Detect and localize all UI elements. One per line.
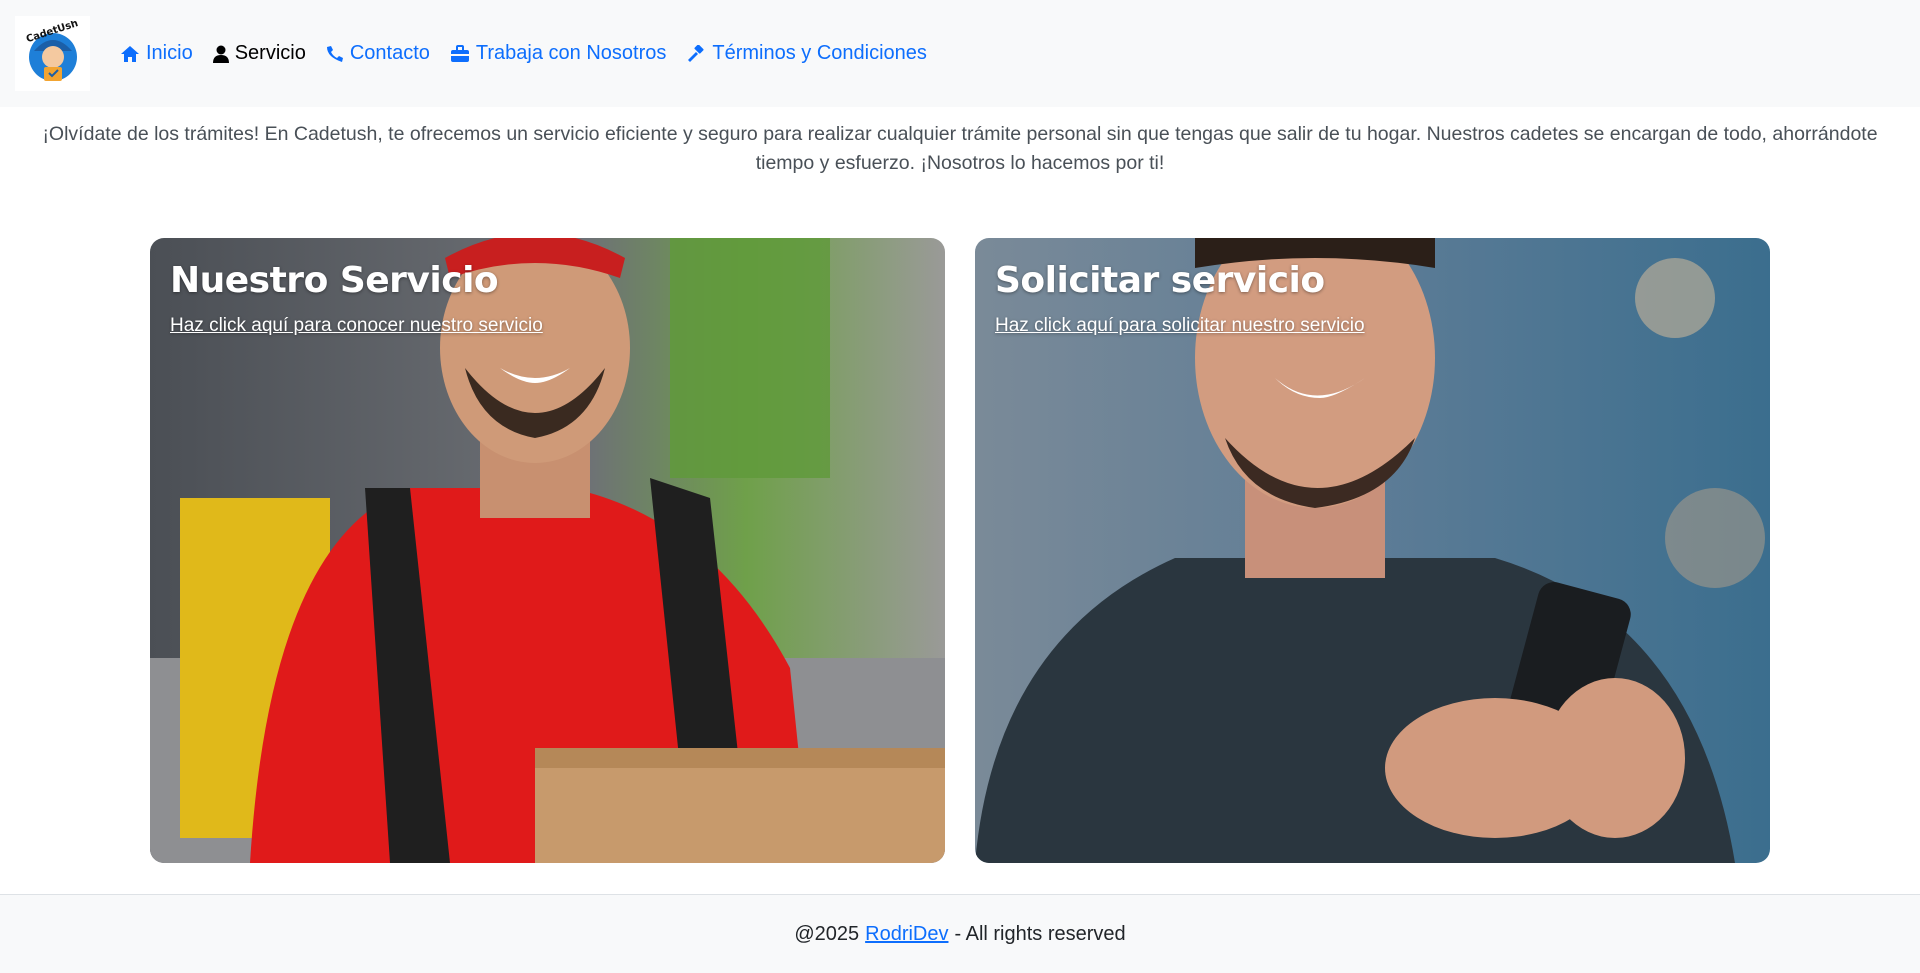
nav-item-inicio[interactable]: Inicio [110, 42, 203, 65]
card-nuestro-servicio[interactable]: Nuestro Servicio Haz click aquí para con… [150, 238, 945, 863]
nav-item-label: Trabaja con Nosotros [475, 42, 667, 64]
footer-rights: - All rights reserved [954, 922, 1126, 945]
phone-icon [326, 45, 343, 62]
nav-item-label: Términos y Condiciones [712, 42, 927, 64]
card-link-conocer-servicio[interactable]: Haz click aquí para conocer nuestro serv… [170, 315, 543, 337]
footer-year: @2025 [794, 922, 860, 945]
home-icon [121, 45, 139, 62]
nav-item-label: Contacto [349, 42, 430, 64]
nav-item-label: Servicio [234, 42, 306, 64]
card-body: Nuestro Servicio Haz click aquí para con… [170, 260, 543, 337]
brand-logo[interactable]: CadetUsh [15, 16, 90, 91]
service-cards: Nuestro Servicio Haz click aquí para con… [150, 238, 1770, 863]
gavel-icon [688, 44, 704, 62]
toolbox-icon [450, 44, 469, 62]
navbar: CadetUsh Inicio Servicio Contacto Trabaj… [0, 0, 1920, 107]
footer-author-link[interactable]: RodriDev [865, 923, 948, 946]
main-nav: Inicio Servicio Contacto Trabaja con Nos… [110, 42, 937, 65]
nav-item-trabaja[interactable]: Trabaja con Nosotros [440, 42, 676, 65]
cadetush-logo-icon: CadetUsh [24, 21, 79, 81]
nav-item-label: Inicio [146, 42, 193, 64]
footer: @2025 RodriDev - All rights reserved [0, 894, 1920, 973]
card-link-solicitar-servicio[interactable]: Haz click aquí para solicitar nuestro se… [995, 315, 1365, 337]
nav-item-terminos[interactable]: Términos y Condiciones [676, 42, 937, 65]
card-title: Nuestro Servicio [170, 260, 499, 301]
card-solicitar-servicio[interactable]: Solicitar servicio Haz click aquí para s… [975, 238, 1770, 863]
user-icon [212, 45, 229, 63]
card-body: Solicitar servicio Haz click aquí para s… [995, 260, 1365, 337]
intro-text: ¡Olvídate de los trámites! En Cadetush, … [42, 123, 1878, 174]
nav-item-servicio[interactable]: Servicio [203, 42, 316, 65]
nav-item-contacto[interactable]: Contacto [316, 42, 440, 65]
card-title: Solicitar servicio [995, 260, 1325, 301]
